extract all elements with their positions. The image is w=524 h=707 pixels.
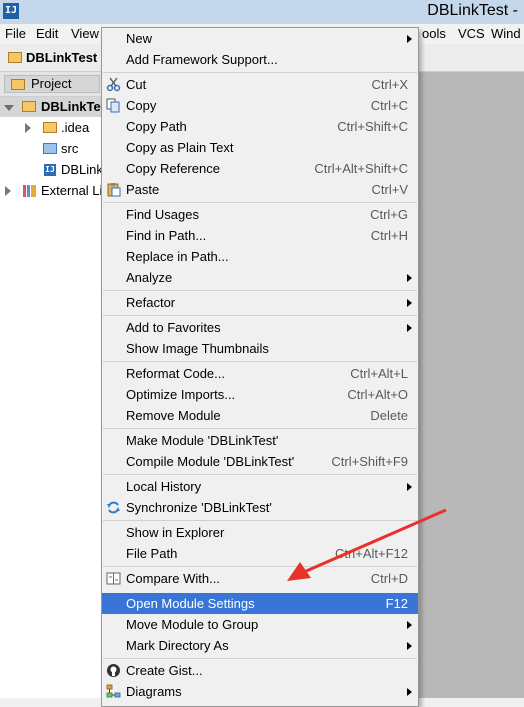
source-folder-icon [43,143,57,154]
project-view-selector[interactable]: Project [4,75,100,93]
menu-vcs[interactable]: VCS [458,26,485,41]
sync-icon [107,501,120,514]
submenu-arrow-icon [407,642,412,650]
menu-item-copy-path[interactable]: Copy Path Ctrl+Shift+C [102,116,418,137]
folder-icon [43,122,57,133]
tree-item-label: External Li [41,183,103,198]
tree-item-label: DBLinkTe [41,99,101,114]
tree-item-src[interactable]: src [0,139,104,159]
menu-item-optimize-imports[interactable]: Optimize Imports... Ctrl+Alt+O [102,384,418,405]
module-folder-icon [22,101,36,112]
project-tab-label: Project [31,76,72,91]
menu-item-move-module-to-group[interactable]: Move Module to Group [102,614,418,635]
menu-file[interactable]: File [5,26,26,41]
menu-item-show-in-explorer[interactable]: Show in Explorer [102,522,418,543]
tree-item-label: DBLink [61,162,103,177]
expand-arrow-icon[interactable] [5,186,11,196]
submenu-arrow-icon [407,324,412,332]
menu-item-find-usages[interactable]: Find Usages Ctrl+G [102,204,418,225]
tree-item-label: .idea [61,120,90,135]
collapse-arrow-icon[interactable] [4,105,14,111]
menu-item-open-module-settings[interactable]: Open Module Settings F12 [102,593,418,614]
tree-item-external-libraries[interactable]: External Li [0,181,104,201]
menu-separator [103,566,417,567]
tree-item-label: src [61,141,79,156]
expand-arrow-icon[interactable] [25,123,31,133]
menu-item-add-to-favorites[interactable]: Add to Favorites [102,317,418,338]
iml-file-icon: IJ [44,164,56,176]
context-menu: New Add Framework Support... Cut Ctrl+X C… [101,27,419,707]
menu-separator [103,658,417,659]
project-folder-icon [11,79,25,90]
submenu-arrow-icon [407,274,412,282]
module-folder-icon [8,52,22,63]
menu-item-analyze[interactable]: Analyze [102,267,418,288]
menu-view[interactable]: View [71,26,99,41]
app-logo-icon: IJ [3,3,19,19]
window-title: DBLinkTest - [427,2,518,19]
menu-item-find-in-path[interactable]: Find in Path... Ctrl+H [102,225,418,246]
breadcrumb-label: DBLinkTest [26,50,98,65]
submenu-arrow-icon [407,621,412,629]
menu-item-compile-module[interactable]: Compile Module 'DBLinkTest' Ctrl+Shift+F9 [102,451,418,472]
menu-separator [103,290,417,291]
menu-item-compare-with[interactable]: Compare With... Ctrl+D [102,568,418,589]
breadcrumb[interactable]: DBLinkTest [8,50,97,65]
submenu-arrow-icon [407,35,412,43]
menu-item-file-path[interactable]: File Path Ctrl+Alt+F12 [102,543,418,564]
menu-item-copy-plain-text[interactable]: Copy as Plain Text [102,137,418,158]
submenu-arrow-icon [407,688,412,696]
tree-item-root[interactable]: DBLinkTe [0,97,104,117]
menu-tools[interactable]: ools [422,26,446,41]
tree-item-iml[interactable]: IJ DBLink [0,160,104,180]
menu-item-mark-directory-as[interactable]: Mark Directory As [102,635,418,656]
menu-window[interactable]: Wind [491,26,521,41]
library-icon [23,185,36,197]
menu-item-local-history[interactable]: Local History [102,476,418,497]
menu-edit[interactable]: Edit [36,26,58,41]
menu-separator [103,202,417,203]
submenu-arrow-icon [407,299,412,307]
project-tree: DBLinkTe .idea src IJ DBLink External Li [0,97,104,698]
menu-item-cut[interactable]: Cut Ctrl+X [102,74,418,95]
menu-item-add-framework-support[interactable]: Add Framework Support... [102,49,418,70]
menu-item-copy[interactable]: Copy Ctrl+C [102,95,418,116]
menu-item-remove-module[interactable]: Remove Module Delete [102,405,418,426]
menu-separator [103,72,417,73]
compare-icon [106,572,121,585]
title-bar: IJ DBLinkTest - [0,0,524,24]
submenu-arrow-icon [407,483,412,491]
menu-separator [103,315,417,316]
menu-separator [103,520,417,521]
menu-item-diagrams[interactable]: Diagrams [102,681,418,702]
scissors-icon [106,77,121,92]
menu-item-make-module[interactable]: Make Module 'DBLinkTest' [102,430,418,451]
paste-icon [107,183,121,197]
menu-item-refactor[interactable]: Refactor [102,292,418,313]
menu-item-replace-in-path[interactable]: Replace in Path... [102,246,418,267]
menu-item-reformat-code[interactable]: Reformat Code... Ctrl+Alt+L [102,363,418,384]
menu-item-copy-reference[interactable]: Copy Reference Ctrl+Alt+Shift+C [102,158,418,179]
github-icon [107,664,120,677]
menu-item-new[interactable]: New [102,28,418,49]
menu-separator [103,428,417,429]
menu-item-paste[interactable]: Paste Ctrl+V [102,179,418,200]
menu-item-synchronize[interactable]: Synchronize 'DBLinkTest' [102,497,418,518]
menu-separator [103,474,417,475]
tree-item-idea[interactable]: .idea [0,118,104,138]
menu-separator [103,361,417,362]
menu-item-create-gist[interactable]: Create Gist... [102,660,418,681]
copy-icon [106,98,120,113]
menu-item-show-thumbnails[interactable]: Show Image Thumbnails [102,338,418,359]
diagram-icon [106,684,121,698]
project-panel-header: Project [0,72,104,97]
